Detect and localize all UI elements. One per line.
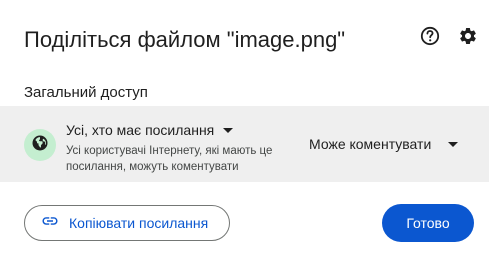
copy-link-button[interactable]: Копіювати посилання bbox=[24, 205, 230, 241]
done-button[interactable]: Готово bbox=[382, 204, 474, 242]
globe-icon bbox=[31, 134, 49, 157]
general-access-row: Усі, хто має посилання Усі користувачі І… bbox=[0, 106, 489, 182]
caret-down-icon bbox=[223, 127, 234, 133]
globe-badge bbox=[24, 129, 56, 161]
general-access-label: Загальний доступ bbox=[24, 84, 148, 101]
access-level-dropdown[interactable]: Усі, хто має посилання bbox=[66, 120, 234, 140]
link-icon bbox=[41, 212, 59, 235]
dialog-title: Поділіться файлом "image.png" bbox=[24, 27, 346, 52]
share-dialog: Поділіться файлом "image.png" Загальний … bbox=[0, 0, 489, 258]
help-circle-icon bbox=[420, 26, 440, 51]
role-label: Може коментувати bbox=[309, 136, 432, 152]
role-dropdown[interactable]: Може коментувати bbox=[309, 134, 459, 154]
gear-icon bbox=[458, 26, 478, 51]
access-description: Усі користувачі Інтернету, які мають це … bbox=[66, 145, 273, 173]
done-label: Готово bbox=[406, 215, 450, 231]
access-level-label: Усі, хто має посилання bbox=[66, 122, 215, 138]
caret-down-icon bbox=[448, 141, 459, 147]
settings-button[interactable] bbox=[456, 26, 480, 50]
help-button[interactable] bbox=[418, 26, 442, 50]
copy-link-label: Копіювати посилання bbox=[69, 215, 209, 231]
